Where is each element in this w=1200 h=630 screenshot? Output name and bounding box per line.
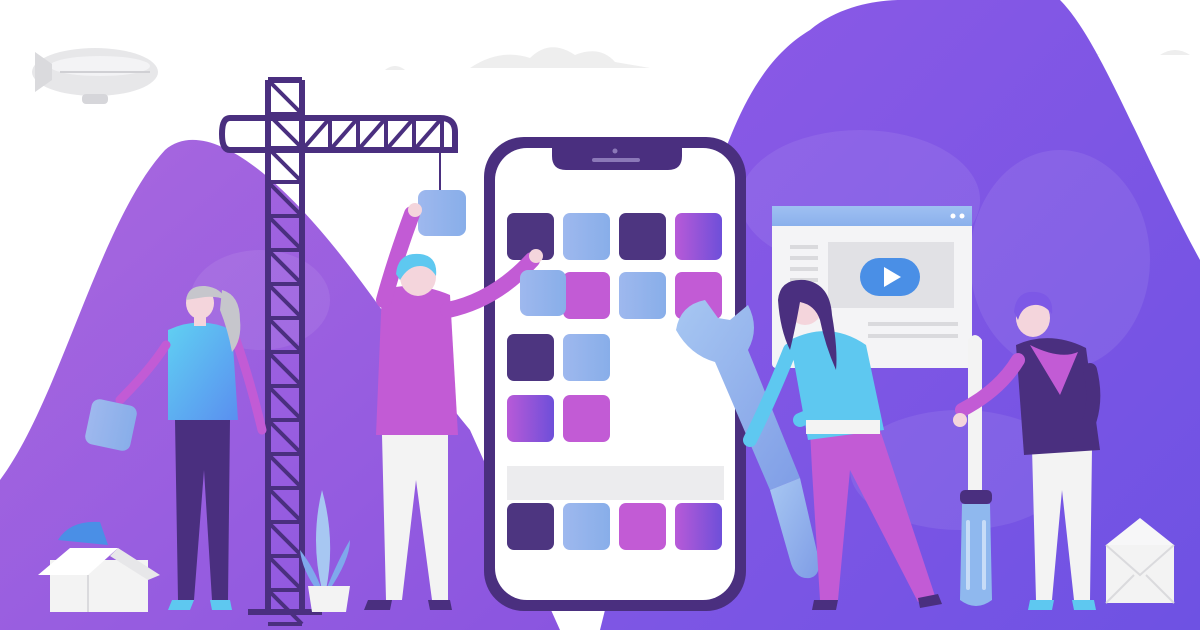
- app-tile: [563, 334, 610, 381]
- dock-bar: [507, 466, 724, 500]
- app-tile: [507, 334, 554, 381]
- app-tile: [619, 213, 666, 260]
- app-tile: [507, 395, 554, 442]
- app-development-illustration: [0, 0, 1200, 630]
- dock-tile: [675, 503, 722, 550]
- blimp-icon: [32, 48, 158, 104]
- play-icon: [860, 258, 920, 296]
- hanging-tile: [418, 190, 466, 236]
- dock-tile: [563, 503, 610, 550]
- dock-tile: [507, 503, 554, 550]
- app-tile: [675, 213, 722, 260]
- dock-tile: [619, 503, 666, 550]
- app-tile: [563, 272, 610, 319]
- app-tile: [563, 395, 610, 442]
- app-tile: [619, 272, 666, 319]
- app-tile: [563, 213, 610, 260]
- smartphone-icon: [484, 137, 746, 611]
